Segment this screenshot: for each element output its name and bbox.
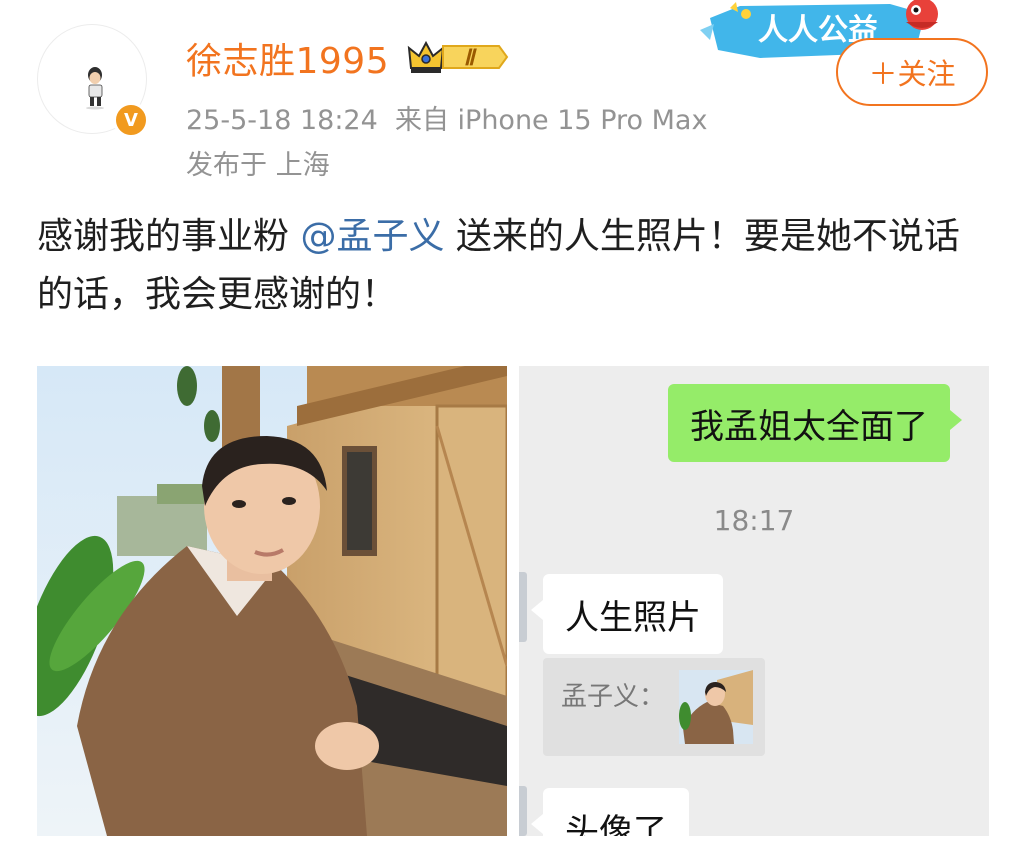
chat-avatar-sliver [519, 572, 527, 642]
mention-link[interactable]: @孟子义 [300, 216, 444, 257]
chat-time: 18:17 [713, 504, 795, 537]
post-timestamp: 25-5-18 18:24 [186, 105, 378, 136]
chat-avatar-sliver-2 [519, 786, 527, 836]
verified-v-icon: V [113, 102, 149, 138]
post-meta: 25-5-18 18:24 来自 iPhone 15 Pro Max [186, 98, 707, 137]
post-image-1[interactable] [37, 366, 507, 836]
follow-button[interactable]: ＋关注 [836, 38, 988, 106]
verified-mark: V [124, 109, 138, 131]
user-name[interactable]: 徐志胜1995 [186, 32, 389, 84]
post-text-before: 感谢我的事业粉 [37, 216, 301, 257]
post-location: 发布于 上海 [186, 150, 330, 181]
crown-level-icon: Ⅱ [407, 40, 509, 73]
chat-quote-box: 孟子义： [543, 658, 765, 756]
chat-received-bubble-1: 人生照片 [531, 574, 723, 654]
quote-thumbnail [679, 670, 753, 744]
quote-label: 孟子义： [561, 682, 666, 712]
post-image-2[interactable]: 我孟姐太全面了 18:17 人生照片 孟子义： 头像了 [519, 366, 989, 836]
chat-received-bubble-2: 头像了 [531, 788, 689, 836]
post-source: 来自 iPhone 15 Pro Max [394, 105, 708, 136]
photo-illustration [37, 366, 507, 836]
post-text: 感谢我的事业粉 @孟子义 送来的人生照片！要是她不说话的话，我会更感谢的！ [37, 208, 987, 324]
chat-sent-bubble: 我孟姐太全面了 [668, 384, 962, 462]
